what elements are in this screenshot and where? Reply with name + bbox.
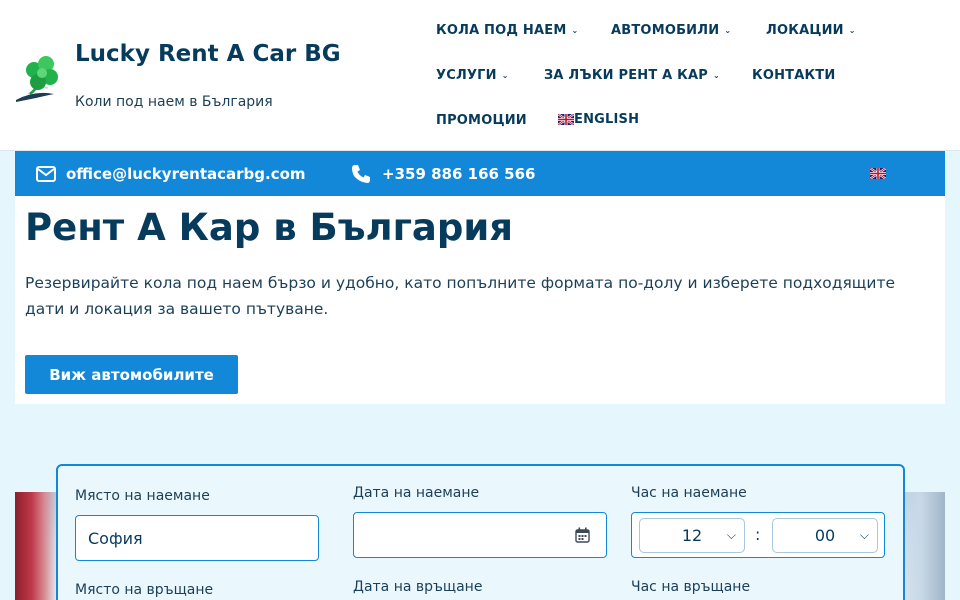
nav-item-locations[interactable]: ЛОКАЦИИ ⌄ (766, 23, 856, 38)
pickup-time-label: Час на наемане (631, 485, 747, 501)
nav-item-services[interactable]: УСЛУГИ ⌄ (436, 68, 509, 83)
pickup-hour-value: 12 (681, 526, 703, 545)
nav-label: КОНТАКТИ (752, 68, 836, 83)
uk-flag-icon (558, 114, 574, 125)
nav-label: ЗА ЛЪКИ РЕНТ А КАР (544, 68, 708, 83)
nav-label: АВТОМОБИЛИ (611, 23, 720, 38)
return-time-label: Час на връщане (631, 579, 751, 595)
phone-icon (352, 164, 370, 183)
nav-item-about[interactable]: ЗА ЛЪКИ РЕНТ А КАР ⌄ (544, 68, 720, 83)
phone-link[interactable]: +359 886 166 566 (351, 151, 535, 196)
pickup-minute-value: 00 (814, 526, 836, 545)
nav-label: КОЛА ПОД НАЕМ (436, 23, 567, 38)
nav-item-rent[interactable]: КОЛА ПОД НАЕМ ⌄ (436, 23, 578, 38)
page-title: Рент А Кар в България (25, 206, 514, 249)
nav-item-cars[interactable]: АВТОМОБИЛИ ⌄ (611, 23, 731, 38)
hero-description: Резервирайте кола под наем бързо и удобн… (25, 274, 896, 318)
hero-section: Рент А Кар в България Резервирайте кола … (15, 196, 945, 404)
uk-flag-icon (870, 168, 886, 179)
nav-item-english[interactable]: ENGLISH (558, 112, 639, 127)
chevron-down-icon: ⌵ (726, 528, 736, 542)
nav-label: ЛОКАЦИИ (766, 23, 844, 38)
email-link[interactable]: office@luckyrentacarbg.com (36, 151, 306, 196)
nav-label: ПРОМОЦИИ (436, 113, 527, 128)
email-text: office@luckyrentacarbg.com (66, 164, 306, 183)
pickup-place-input[interactable]: София (75, 515, 319, 561)
contact-bar: office@luckyrentacarbg.com +359 886 166 … (15, 151, 945, 196)
pickup-date-label: Дата на наемане (353, 485, 480, 501)
language-switch[interactable] (870, 151, 886, 196)
car-image-left (15, 492, 57, 600)
return-place-label: Място на връщане (75, 582, 214, 598)
chevron-down-icon: ⌄ (848, 26, 856, 35)
envelope-icon (36, 165, 56, 182)
chevron-down-icon: ⌄ (501, 71, 509, 80)
clover-logo-icon[interactable] (14, 50, 66, 104)
nav-item-contacts[interactable]: КОНТАКТИ (752, 68, 835, 83)
booking-form: Място на наемане София Дата на наемане Ч… (56, 464, 905, 600)
site-header: Lucky Rent A Car BG Коли под наем в Бълг… (0, 0, 960, 151)
nav-item-promotions[interactable]: ПРОМОЦИИ (436, 113, 527, 128)
pickup-place-label: Място на наемане (75, 488, 210, 504)
pickup-time-group: 12 ⌵ : 00 ⌵ (631, 512, 885, 558)
site-title[interactable]: Lucky Rent A Car BG (75, 41, 341, 67)
view-cars-button[interactable]: Виж автомобилите (25, 355, 238, 394)
site-tagline: Коли под наем в България (75, 94, 273, 110)
phone-text: +359 886 166 566 (382, 164, 536, 183)
nav-label: УСЛУГИ (436, 68, 497, 83)
calendar-icon[interactable] (575, 527, 590, 543)
pickup-hour-select[interactable]: 12 ⌵ (639, 518, 745, 553)
chevron-down-icon: ⌵ (859, 528, 869, 542)
pickup-place-value: София (88, 528, 143, 548)
chevron-down-icon: ⌄ (571, 26, 579, 35)
chevron-down-icon: ⌄ (724, 26, 732, 35)
chevron-down-icon: ⌄ (712, 71, 720, 80)
pickup-date-input[interactable] (353, 512, 607, 558)
nav-label: ENGLISH (574, 112, 640, 127)
return-date-label: Дата на връщане (353, 579, 483, 595)
time-separator: : (755, 525, 761, 544)
pickup-minute-select[interactable]: 00 ⌵ (772, 518, 878, 553)
